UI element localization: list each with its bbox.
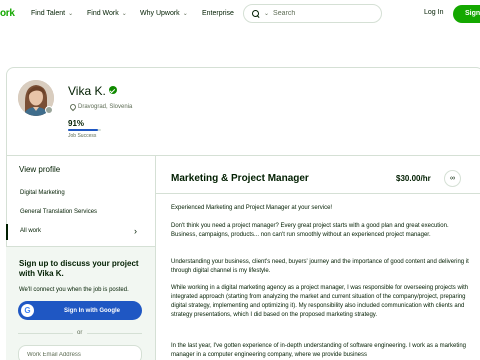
- search-bar[interactable]: ⌄: [243, 4, 382, 23]
- or-divider-left: [18, 333, 73, 334]
- status-indicator: [45, 106, 53, 114]
- or-text: or: [77, 330, 83, 336]
- nav-why-upwork[interactable]: Why Upwork ⌄: [140, 10, 188, 17]
- nav-find-work[interactable]: Find Work ⌄: [87, 10, 127, 17]
- column-divider: [155, 155, 156, 360]
- main-divider: [156, 193, 480, 194]
- nav-find-talent[interactable]: Find Talent ⌄: [31, 10, 73, 17]
- overview-paragraph: Experienced Marketing and Project Manage…: [171, 205, 333, 211]
- nav-enterprise[interactable]: Enterprise: [202, 10, 234, 17]
- location-pin-icon: [70, 104, 75, 110]
- sidebar-item-general-translation[interactable]: General Translation Services: [20, 209, 97, 215]
- chevron-down-icon[interactable]: ⌄: [264, 10, 269, 17]
- job-success-bar-fill: [68, 129, 99, 131]
- overview-paragraph: In the last year, I've gotten experience…: [171, 343, 466, 358]
- signup-text: We'll connect you when the job is posted…: [19, 287, 129, 293]
- login-link[interactable]: Log In: [424, 9, 443, 16]
- job-success-bar: [68, 129, 101, 131]
- overview-paragraph: Understanding your business, client's ne…: [171, 259, 469, 274]
- nav-find-work-label: Find Work: [87, 10, 119, 17]
- link-icon: ∞: [450, 175, 455, 182]
- nav-why-upwork-label: Why Upwork: [140, 10, 180, 17]
- sidebar-item-digital-marketing[interactable]: Digital Marketing: [20, 190, 65, 196]
- overview-paragraph: While working in a digital marketing age…: [171, 285, 469, 318]
- nav-find-talent-label: Find Talent: [31, 10, 66, 17]
- google-icon: G: [21, 304, 34, 317]
- upwork-logo[interactable]: ork: [0, 8, 15, 19]
- google-signin-button[interactable]: G Sign In with Google: [18, 301, 142, 320]
- sidebar-item-all-work[interactable]: All work: [5, 224, 41, 240]
- location-text: Dravograd, Slovenia: [78, 104, 133, 110]
- or-divider-right: [87, 333, 142, 334]
- section-divider: [6, 155, 480, 156]
- location: Dravograd, Slovenia: [70, 104, 132, 110]
- overview-paragraph: Don't think you need a project manager? …: [171, 223, 449, 238]
- job-success-label: Job Success: [68, 133, 97, 139]
- search-icon: [252, 9, 260, 18]
- job-success-percent: 91%: [68, 119, 85, 128]
- chevron-down-icon: ⌄: [121, 11, 127, 17]
- job-title: Marketing & Project Manager: [171, 173, 309, 184]
- verified-badge-icon: [109, 86, 117, 94]
- search-input[interactable]: [273, 10, 373, 17]
- freelancer-name: Vika K.: [68, 84, 106, 98]
- signup-button[interactable]: Sign: [453, 5, 480, 23]
- email-field[interactable]: [18, 345, 142, 360]
- hourly-rate: $30.00/hr: [396, 174, 431, 183]
- signup-title: Sign up to discuss your project with Vik…: [19, 259, 139, 278]
- google-signin-label: Sign In with Google: [64, 307, 120, 314]
- copy-link-button[interactable]: ∞: [444, 170, 461, 187]
- view-profile-heading: View profile: [19, 165, 61, 174]
- top-navigation: ork Find Talent ⌄ Find Work ⌄ Why Upwork…: [0, 0, 480, 29]
- chevron-right-icon: ›: [134, 226, 137, 236]
- chevron-down-icon: ⌄: [182, 11, 188, 17]
- chevron-down-icon: ⌄: [68, 11, 74, 17]
